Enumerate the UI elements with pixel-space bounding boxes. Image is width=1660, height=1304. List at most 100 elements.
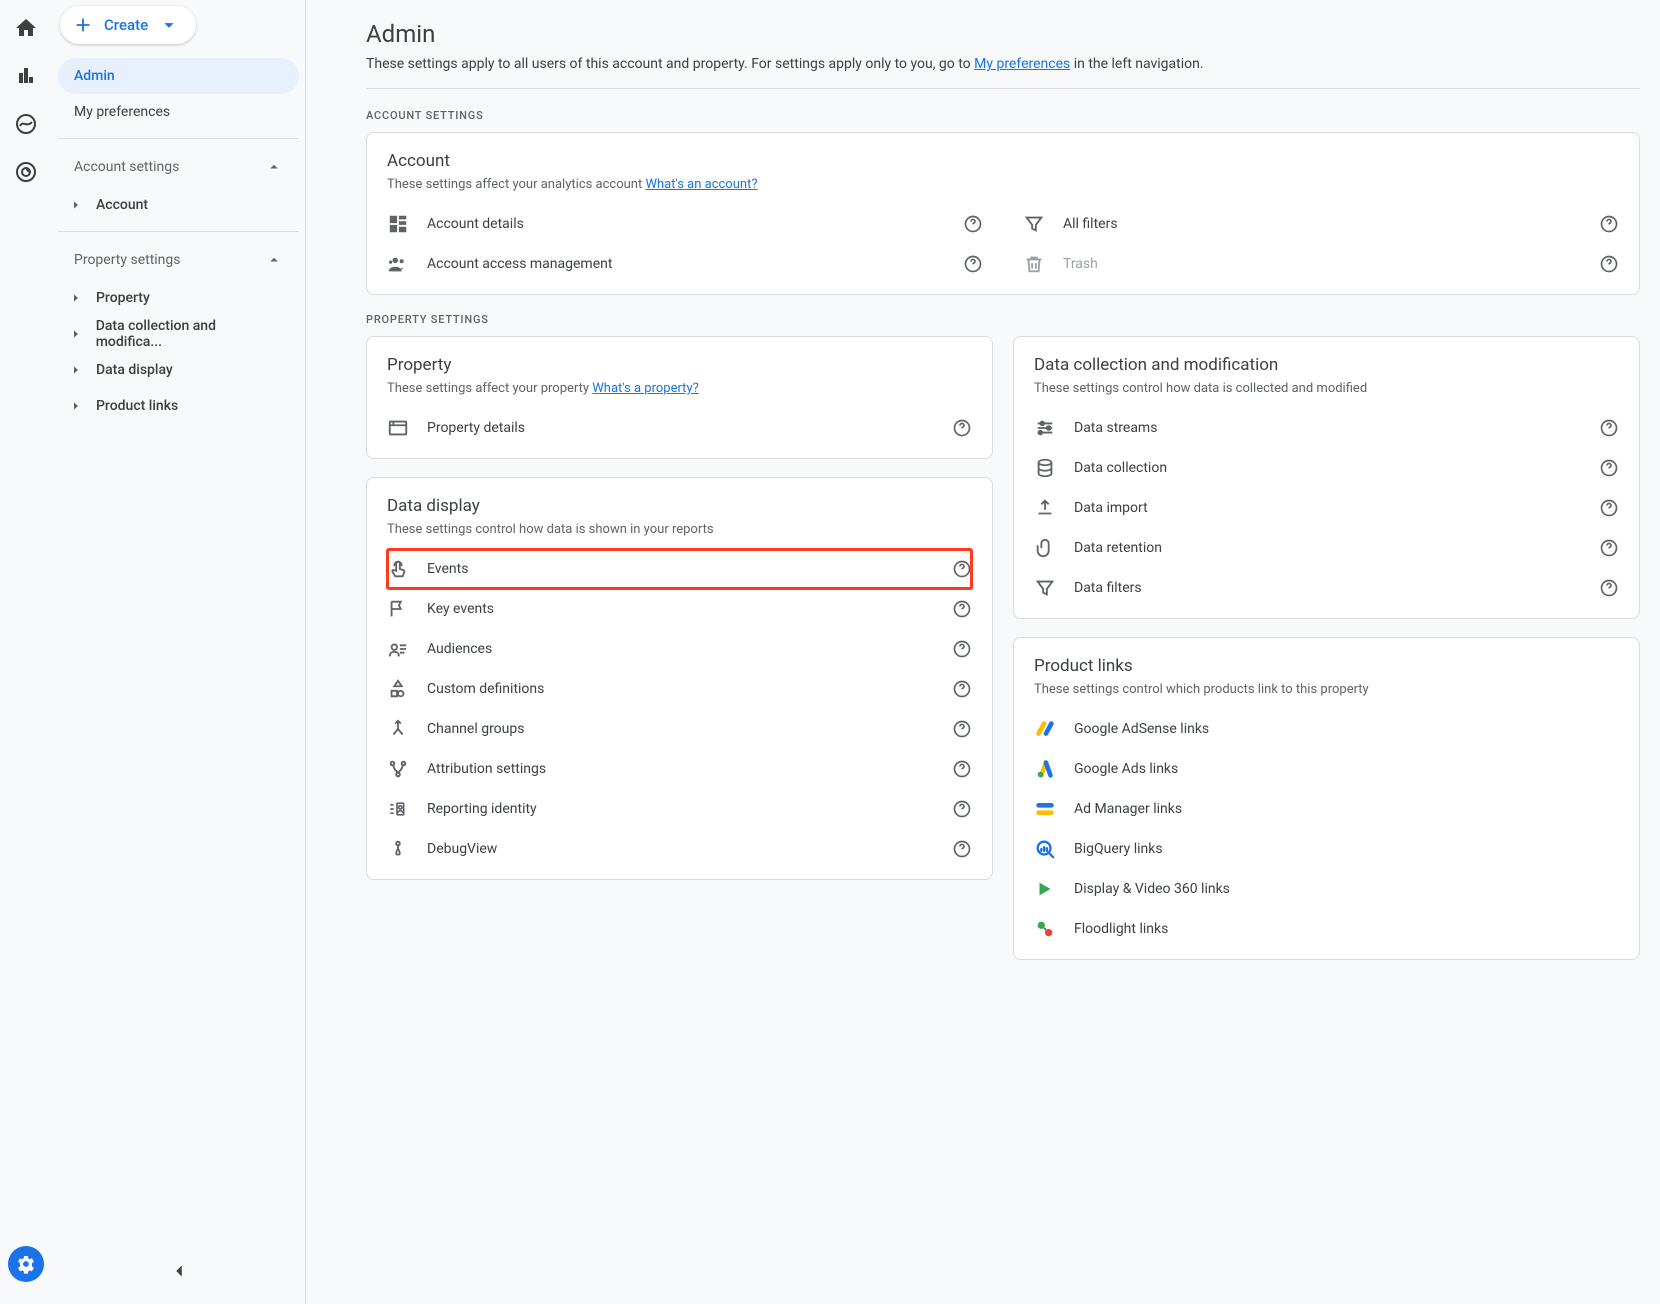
card-account: Account These settings affect your analy… bbox=[366, 132, 1640, 295]
help-icon[interactable] bbox=[963, 214, 983, 234]
item-events[interactable]: Events bbox=[387, 549, 972, 589]
item-data-filters[interactable]: Data filters bbox=[1034, 568, 1619, 608]
main-content: Admin These settings apply to all users … bbox=[306, 0, 1660, 1304]
item-property-details[interactable]: Property details bbox=[387, 408, 972, 448]
help-icon[interactable] bbox=[952, 418, 972, 438]
shapes-icon bbox=[387, 678, 427, 700]
database-icon bbox=[1034, 457, 1074, 479]
nav-my-preferences[interactable]: My preferences bbox=[58, 94, 299, 130]
caret-right-icon bbox=[66, 364, 86, 376]
property-icon bbox=[387, 417, 427, 439]
item-floodlight-links[interactable]: Floodlight links bbox=[1034, 909, 1619, 949]
help-icon[interactable] bbox=[952, 759, 972, 779]
reports-icon[interactable] bbox=[14, 64, 38, 88]
help-icon[interactable] bbox=[1599, 214, 1619, 234]
help-icon[interactable] bbox=[1599, 254, 1619, 274]
item-bigquery-links[interactable]: BigQuery links bbox=[1034, 829, 1619, 869]
nav-section-property: Property settings Property Data collecti… bbox=[58, 231, 299, 424]
item-debugview[interactable]: DebugView bbox=[387, 829, 972, 869]
item-adsense-links[interactable]: Google AdSense links bbox=[1034, 709, 1619, 749]
help-icon[interactable] bbox=[952, 559, 972, 579]
item-attribution-settings[interactable]: Attribution settings bbox=[387, 749, 972, 789]
caret-down-icon bbox=[158, 14, 180, 36]
item-key-events[interactable]: Key events bbox=[387, 589, 972, 629]
section-label-account: ACCOUNT SETTINGS bbox=[366, 109, 1640, 122]
nav-admin[interactable]: Admin bbox=[58, 58, 299, 94]
explore-icon[interactable] bbox=[14, 112, 38, 136]
item-dv360-links[interactable]: Display & Video 360 links bbox=[1034, 869, 1619, 909]
attribution-icon bbox=[387, 758, 427, 780]
my-preferences-link[interactable]: My preferences bbox=[974, 56, 1070, 72]
item-data-import[interactable]: Data import bbox=[1034, 488, 1619, 528]
help-icon[interactable] bbox=[1599, 498, 1619, 518]
admin-gear-icon[interactable] bbox=[8, 1246, 44, 1282]
touch-icon bbox=[387, 558, 427, 580]
item-reporting-identity[interactable]: Reporting identity bbox=[387, 789, 972, 829]
help-icon[interactable] bbox=[1599, 418, 1619, 438]
tune-icon bbox=[1034, 417, 1074, 439]
caret-right-icon bbox=[66, 328, 86, 340]
item-google-ads-links[interactable]: Google Ads links bbox=[1034, 749, 1619, 789]
whats-a-property-link[interactable]: What's a property? bbox=[592, 381, 698, 396]
card-title: Account bbox=[387, 151, 1619, 171]
help-icon[interactable] bbox=[952, 599, 972, 619]
item-account-access[interactable]: Account access management bbox=[387, 244, 983, 284]
nav-sub-account[interactable]: Account bbox=[58, 187, 299, 223]
filter-icon bbox=[1023, 213, 1063, 235]
caret-right-icon bbox=[66, 292, 86, 304]
item-trash[interactable]: Trash bbox=[1023, 244, 1619, 284]
icon-rail bbox=[0, 0, 52, 1304]
page-subtitle: These settings apply to all users of thi… bbox=[366, 56, 1640, 72]
divider bbox=[366, 88, 1640, 89]
item-audiences[interactable]: Audiences bbox=[387, 629, 972, 669]
chevron-up-icon bbox=[265, 251, 283, 269]
home-icon[interactable] bbox=[14, 16, 38, 40]
item-data-collection[interactable]: Data collection bbox=[1034, 448, 1619, 488]
create-label: Create bbox=[104, 16, 148, 34]
card-data-collection: Data collection and modification These s… bbox=[1013, 336, 1640, 619]
help-icon[interactable] bbox=[1599, 458, 1619, 478]
create-button[interactable]: Create bbox=[60, 6, 196, 44]
nav-sub-product-links[interactable]: Product links bbox=[58, 388, 299, 424]
help-icon[interactable] bbox=[952, 799, 972, 819]
help-icon[interactable] bbox=[952, 839, 972, 859]
whats-an-account-link[interactable]: What's an account? bbox=[645, 177, 757, 192]
help-icon[interactable] bbox=[952, 719, 972, 739]
floodlight-icon bbox=[1034, 918, 1074, 940]
nav-section-account: Account settings Account bbox=[58, 138, 299, 223]
help-icon[interactable] bbox=[1599, 538, 1619, 558]
collapse-sidebar-button[interactable] bbox=[168, 1260, 190, 1286]
debug-icon bbox=[387, 838, 427, 860]
card-title: Data display bbox=[387, 496, 972, 516]
caret-right-icon bbox=[66, 199, 86, 211]
card-title: Property bbox=[387, 355, 972, 375]
card-product-links: Product links These settings control whi… bbox=[1013, 637, 1640, 960]
item-data-retention[interactable]: Data retention bbox=[1034, 528, 1619, 568]
nav-sub-data-collection[interactable]: Data collection and modifica... bbox=[58, 316, 299, 352]
chevron-up-icon bbox=[265, 158, 283, 176]
identity-icon bbox=[387, 799, 427, 819]
item-all-filters[interactable]: All filters bbox=[1023, 204, 1619, 244]
help-icon[interactable] bbox=[952, 679, 972, 699]
item-account-details[interactable]: Account details bbox=[387, 204, 983, 244]
item-data-streams[interactable]: Data streams bbox=[1034, 408, 1619, 448]
google-ads-icon bbox=[1034, 758, 1074, 780]
item-channel-groups[interactable]: Channel groups bbox=[387, 709, 972, 749]
nav-sub-property[interactable]: Property bbox=[58, 280, 299, 316]
item-custom-definitions[interactable]: Custom definitions bbox=[387, 669, 972, 709]
card-desc: These settings control which products li… bbox=[1034, 682, 1619, 697]
card-desc: These settings affect your property What… bbox=[387, 381, 972, 396]
nav-section-head-property[interactable]: Property settings bbox=[58, 240, 299, 280]
card-desc: These settings control how data is shown… bbox=[387, 522, 972, 537]
card-desc: These settings affect your analytics acc… bbox=[387, 177, 1619, 192]
item-ad-manager-links[interactable]: Ad Manager links bbox=[1034, 789, 1619, 829]
trash-icon bbox=[1023, 253, 1063, 275]
nav-section-head-account[interactable]: Account settings bbox=[58, 147, 299, 187]
help-icon[interactable] bbox=[952, 639, 972, 659]
help-icon[interactable] bbox=[1599, 578, 1619, 598]
clip-icon bbox=[1034, 537, 1074, 559]
help-icon[interactable] bbox=[963, 254, 983, 274]
advertising-icon[interactable] bbox=[14, 160, 38, 184]
merge-icon bbox=[387, 718, 427, 740]
nav-sub-data-display[interactable]: Data display bbox=[58, 352, 299, 388]
